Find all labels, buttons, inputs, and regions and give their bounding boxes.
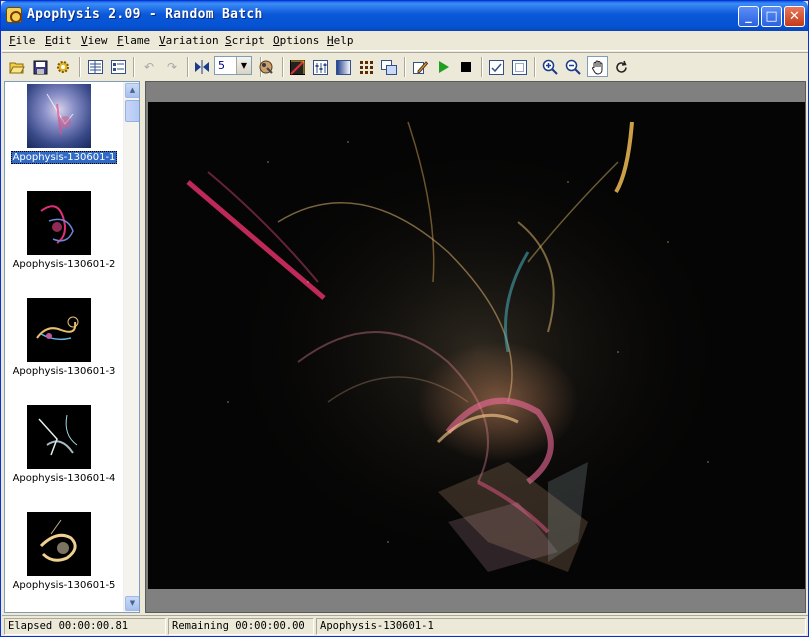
apophysis-app-icon[interactable] (6, 7, 22, 23)
flame-thumbnail[interactable] (27, 84, 91, 148)
menu-view[interactable]: View (81, 34, 108, 47)
menu-edit[interactable]: Edit (45, 34, 72, 47)
menu-options[interactable]: Options (273, 34, 319, 47)
flame-thumbnail[interactable] (27, 405, 91, 469)
undo-icon[interactable]: ↶ (140, 58, 158, 76)
flame-render[interactable] (148, 102, 805, 589)
edit-script-icon[interactable] (411, 58, 429, 76)
redo-icon[interactable]: ↷ (163, 58, 181, 76)
flame-thumbnail[interactable] (27, 298, 91, 362)
save-icon[interactable] (31, 58, 49, 76)
mutate-icon[interactable] (357, 58, 375, 76)
toolbar: ↶ ↷ (2, 52, 808, 80)
window-title: Apophysis 2.09 - Random Batch (27, 7, 263, 22)
list-item[interactable]: Apophysis-130601-1 (5, 82, 123, 189)
chevron-down-icon[interactable]: ▼ (236, 57, 251, 74)
gear-icon[interactable] (54, 58, 72, 76)
list-item[interactable]: Apophysis-130601-5 (5, 510, 123, 612)
gradient-icon[interactable] (334, 58, 352, 76)
menu-help[interactable]: Help (327, 34, 354, 47)
flame-list: Apophysis-130601-1 Apophysis-130601-2 Ap… (4, 81, 140, 613)
scrollbar-thumb[interactable] (125, 100, 139, 122)
menu-bar: File Edit View Flame Variation Script Op… (2, 31, 808, 51)
close-button[interactable]: ✕ (784, 6, 805, 27)
list-view-icon[interactable] (86, 58, 104, 76)
select-icon[interactable] (510, 58, 528, 76)
stop-script-icon[interactable] (457, 58, 475, 76)
flame-name[interactable]: Apophysis-130601-4 (5, 473, 123, 484)
status-remaining: Remaining 00:00:00.00 (168, 618, 314, 635)
transform-editor-icon[interactable] (288, 58, 306, 76)
zoom-out-icon[interactable] (564, 58, 582, 76)
adjust-icon[interactable] (311, 58, 329, 76)
density-value: 5 (218, 59, 225, 72)
list-item[interactable]: Apophysis-130601-2 (5, 189, 123, 296)
title-bar[interactable]: Apophysis 2.09 - Random Batch _ □ ✕ (1, 1, 808, 31)
menu-file[interactable]: File (9, 34, 36, 47)
flame-thumbnail[interactable] (27, 191, 91, 255)
flame-name[interactable]: Apophysis-130601-5 (5, 580, 123, 591)
status-elapsed: Elapsed 00:00:00.81 (4, 618, 166, 635)
mirror-icon[interactable] (193, 58, 211, 76)
list-item[interactable]: Apophysis-130601-4 (5, 403, 123, 510)
status-bar: Elapsed 00:00:00.81 Remaining 00:00:00.0… (2, 615, 808, 636)
density-icon[interactable] (257, 58, 275, 76)
menu-script[interactable]: Script (225, 34, 265, 47)
rotate-icon[interactable] (612, 58, 630, 76)
maximize-button[interactable]: □ (761, 6, 782, 27)
show-transforms-icon[interactable] (487, 58, 505, 76)
preview-frame (145, 81, 806, 613)
scroll-up-icon[interactable]: ▲ (125, 83, 139, 98)
icon-view-icon[interactable] (109, 58, 127, 76)
run-script-icon[interactable] (434, 58, 452, 76)
flame-name[interactable]: Apophysis-130601-3 (5, 366, 123, 377)
zoom-in-icon[interactable] (541, 58, 559, 76)
flame-list-scrollbar[interactable]: ▲ ▼ (123, 82, 139, 612)
open-icon[interactable] (8, 58, 26, 76)
menu-flame[interactable]: Flame (117, 34, 150, 47)
pan-icon[interactable] (587, 56, 608, 77)
minimize-button[interactable]: _ (738, 6, 759, 27)
flame-name[interactable]: Apophysis-130601-2 (5, 259, 123, 270)
app-window: Apophysis 2.09 - Random Batch _ □ ✕ File… (0, 0, 809, 637)
density-dropdown[interactable]: 5 ▼ (214, 56, 252, 75)
scroll-down-icon[interactable]: ▼ (125, 596, 139, 611)
menu-variation[interactable]: Variation (159, 34, 219, 47)
status-flame-name: Apophysis-130601-1 (316, 618, 806, 635)
flame-thumbnail[interactable] (27, 512, 91, 576)
export-icon[interactable] (380, 58, 398, 76)
list-item[interactable]: Apophysis-130601-3 (5, 296, 123, 403)
flame-name[interactable]: Apophysis-130601-1 (5, 151, 123, 164)
